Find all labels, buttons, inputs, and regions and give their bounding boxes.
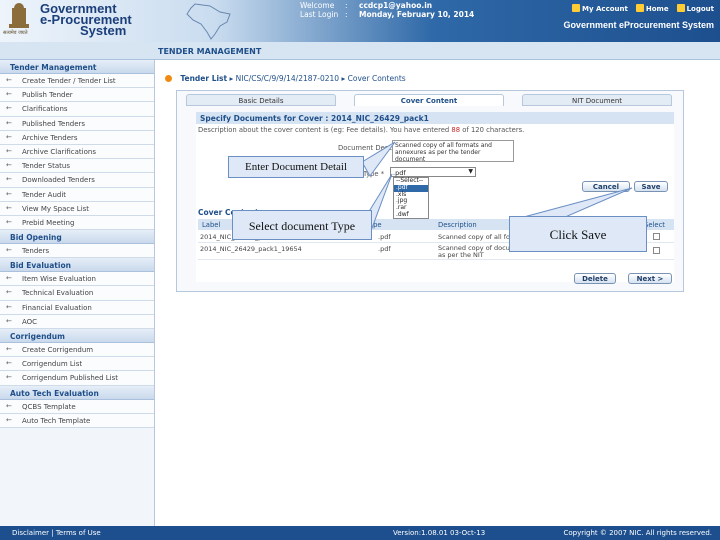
save-button[interactable]: Save [634, 181, 668, 192]
top-links: My Account Home Logout [572, 4, 714, 13]
logout-icon [676, 4, 685, 12]
doc-type-options: --Select-- .pdf .xls .jpg .rar .dwf [393, 177, 429, 219]
description-field[interactable]: Scanned copy of all formats and annexure… [392, 140, 514, 162]
user-info: Welcome: ccdcp1@yahoo.in Last Login: Monda… [300, 1, 475, 19]
sub-header: TENDER MANAGEMENT [0, 42, 720, 60]
last-login-value: Monday, February 10, 2014 [359, 10, 475, 19]
sidebar-item[interactable]: Technical Evaluation [0, 286, 154, 301]
sidebar-item[interactable]: View My Space List [0, 201, 154, 216]
breadcrumb: Tender List ▸ NIC/CS/C/9/9/14/2187-0210 … [165, 74, 406, 83]
sidebar-item[interactable]: Archive Tenders [0, 130, 154, 145]
home-icon [635, 4, 644, 12]
account-icon [572, 4, 581, 12]
sidebar-item[interactable]: Tenders [0, 244, 154, 259]
footer-version: Version:1.08.01 03-Oct-13 [393, 529, 486, 537]
option[interactable]: .dwf [394, 211, 428, 219]
footer-links[interactable]: Disclaimer | Terms of Use [12, 529, 101, 537]
tab-cover-content[interactable]: Cover Content [354, 94, 504, 106]
my-account-link[interactable]: My Account [572, 4, 628, 13]
home-link[interactable]: Home [635, 4, 669, 13]
india-map-icon [186, 3, 231, 40]
sidebar-item[interactable]: Tender Status [0, 159, 154, 174]
breadcrumb-current: Cover Contents [347, 74, 406, 83]
callout-click-save: Click Save [509, 216, 647, 252]
arrow-icon [165, 75, 172, 82]
sidebar-item[interactable]: Downloaded Tenders [0, 173, 154, 188]
sidebar-section-heading: Tender Management [0, 60, 154, 74]
sidebar-item[interactable]: Clarifications [0, 102, 154, 117]
sidebar-item[interactable]: Create Tender / Tender List [0, 74, 154, 89]
breadcrumb-tender-list[interactable]: Tender List [180, 74, 227, 83]
callout-select-type: Select document Type [232, 210, 372, 240]
row-checkbox[interactable] [653, 247, 660, 254]
doc-type-label: Type * [363, 170, 385, 178]
tab-bar: Basic Details Cover Content NIT Document [186, 94, 676, 106]
user-email: ccdcp1@yahoo.in [359, 1, 433, 10]
sidebar-item[interactable]: AOC [0, 314, 154, 329]
sidebar-item[interactable]: Tender Audit [0, 187, 154, 202]
tab-nit-document[interactable]: NIT Document [522, 94, 672, 106]
system-name: Government eProcurement System [563, 20, 714, 30]
sidebar-section-heading: Bid Evaluation [0, 258, 154, 273]
sidebar-section-heading: Bid Opening [0, 230, 154, 245]
footer-copyright: Copyright © 2007 NIC. All rights reserve… [563, 529, 712, 537]
sidebar-section-heading: Corrigendum [0, 329, 154, 343]
cancel-button[interactable]: Cancel [582, 181, 630, 192]
tab-basic-details[interactable]: Basic Details [186, 94, 336, 106]
sidebar-item[interactable]: Prebid Meeting [0, 215, 154, 231]
sidebar-item[interactable]: Published Tenders [0, 116, 154, 131]
doc-type-select[interactable]: .pdf ▼ [390, 167, 476, 177]
breadcrumb-tender-id[interactable]: NIC/CS/C/9/9/14/2187-0210 [236, 74, 339, 83]
logout-link[interactable]: Logout [676, 4, 714, 13]
emblem-caption: सत्यमेव जयते [3, 30, 28, 36]
sidebar-item[interactable]: Create Corrigendum [0, 343, 154, 358]
next-button[interactable]: Next > [628, 273, 672, 284]
sidebar-item[interactable]: Auto Tech Template [0, 413, 154, 428]
sidebar-item[interactable]: QCBS Template [0, 399, 154, 414]
sidebar: Tender ManagementCreate Tender / Tender … [0, 60, 155, 526]
sidebar-section-heading: Auto Tech Evaluation [0, 385, 154, 400]
delete-button[interactable]: Delete [574, 273, 616, 284]
char-count-note: Description about the cover content is (… [198, 126, 525, 134]
sidebar-item[interactable]: Publish Tender [0, 88, 154, 103]
sidebar-item[interactable]: Item Wise Evaluation [0, 272, 154, 287]
sidebar-item[interactable]: Corrigendum Published List [0, 371, 154, 386]
header: सत्यमेव जयते Government e-Procurement Sy… [0, 0, 720, 42]
dropdown-arrow-icon: ▼ [468, 168, 473, 175]
brand-title[interactable]: Government e-Procurement System [40, 2, 132, 37]
sidebar-item[interactable]: Archive Clarifications [0, 144, 154, 160]
callout-enter-detail: Enter Document Detail [228, 156, 364, 178]
sidebar-item[interactable]: Corrigendum List [0, 357, 154, 372]
spec-heading: Specify Documents for Cover : 2014_NIC_2… [196, 112, 674, 124]
row-checkbox[interactable] [653, 233, 660, 240]
sidebar-item[interactable]: Financial Evaluation [0, 300, 154, 315]
footer: Disclaimer | Terms of Use Version:1.08.0… [0, 526, 720, 540]
page-title: TENDER MANAGEMENT [158, 47, 262, 56]
